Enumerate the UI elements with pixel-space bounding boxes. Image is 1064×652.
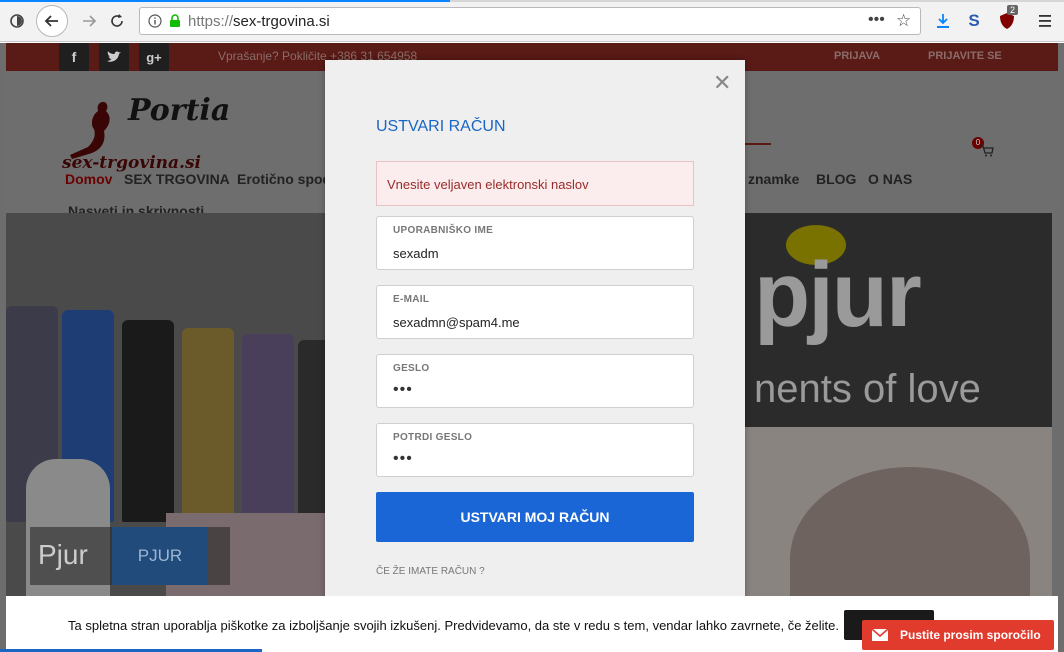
brand-slogan: nents of love [754, 367, 981, 411]
signup-link[interactable]: PRIJAVITE SE [928, 50, 1002, 62]
username-field[interactable]: UPORABNIŠKO IME sexadm [376, 216, 694, 270]
tab-strip [0, 0, 1064, 2]
lock-icon [170, 14, 180, 27]
register-modal: ✕ USTVARI RAČUN Vnesite veljaven elektro… [325, 60, 745, 610]
leave-message-button[interactable]: Pustite prosim sporočilo [862, 620, 1054, 650]
ublock-extension-button[interactable]: 2 [994, 5, 1020, 34]
product-bottle [122, 320, 174, 522]
banner-caption-title: Pjur [38, 539, 88, 570]
cart-icon [980, 145, 994, 157]
extension-badge: 2 [1007, 5, 1019, 15]
back-button[interactable] [36, 5, 68, 37]
banner-products-image [6, 213, 326, 652]
password-label: GESLO [393, 363, 430, 374]
menu-button[interactable] [1032, 8, 1058, 34]
close-icon[interactable]: ✕ [713, 70, 731, 96]
confirm-password-label: POTRDI GESLO [393, 432, 473, 443]
product-bottle [298, 340, 326, 522]
bookmark-star-icon[interactable]: ☆ [896, 11, 911, 31]
username-label: UPORABNIŠKO IME [393, 225, 494, 236]
email-value: sexadmn@spam4.me [393, 315, 520, 330]
password-value: ••• [393, 381, 413, 398]
nav-blog[interactable]: BLOG [816, 171, 856, 187]
email-label: E-MAIL [393, 294, 430, 305]
forward-button[interactable] [76, 8, 102, 34]
download-icon [937, 14, 949, 28]
site-logo[interactable]: Portia sex-trgovina.si [62, 93, 230, 173]
downloads-button[interactable] [930, 8, 956, 34]
nav-about[interactable]: O NAS [868, 171, 912, 187]
password-field[interactable]: GESLO ••• [376, 354, 694, 408]
nav-brands[interactable]: znamke [748, 171, 799, 187]
url-text: https://sex-trgovina.si [188, 13, 330, 30]
reload-icon [111, 14, 123, 27]
logo-subtitle: sex-trgovina.si [62, 153, 201, 173]
page-actions-icon[interactable]: ••• [868, 11, 885, 29]
confirm-password-value: ••• [393, 450, 413, 467]
product-bottle [242, 334, 294, 522]
address-bar[interactable]: https://sex-trgovina.si ••• ☆ [139, 7, 921, 35]
url-protocol: https:// [188, 12, 234, 30]
nav-underline [744, 143, 771, 145]
info-icon[interactable] [148, 14, 162, 28]
email-field[interactable]: E-MAIL sexadmn@spam4.me [376, 285, 694, 339]
error-message: Vnesite veljaven elektronski naslov [376, 161, 694, 206]
back-arrow-icon [44, 15, 58, 27]
leave-message-label: Pustite prosim sporočilo [900, 628, 1041, 642]
facebook-icon[interactable]: f [59, 43, 89, 72]
browser-toolbar: https://sex-trgovina.si ••• ☆ S 2 [0, 0, 1064, 42]
cookie-text: Ta spletna stran uporablja piškotke za i… [68, 618, 840, 633]
logo-title: Portia [128, 93, 231, 128]
username-value: sexadm [393, 246, 439, 261]
nav-home[interactable]: Domov [65, 171, 112, 187]
banner-caption-tag[interactable]: PJUR [112, 527, 208, 585]
reload-button[interactable] [104, 8, 130, 34]
modal-title: USTVARI RAČUN [376, 118, 506, 135]
product-bottle [182, 328, 234, 522]
nav-sex-shop[interactable]: SEX TRGOVINA [124, 171, 230, 187]
hamburger-icon [1039, 15, 1051, 27]
tracking-icon[interactable] [4, 8, 30, 34]
s-extension-icon[interactable]: S [961, 8, 987, 34]
envelope-icon [872, 629, 888, 641]
create-account-button[interactable]: USTVARI MOJ RAČUN [376, 492, 694, 542]
google-plus-icon[interactable]: g+ [139, 43, 169, 72]
url-domain: sex-trgovina.si [233, 12, 330, 30]
forward-arrow-icon [83, 15, 97, 27]
nav-lingerie[interactable]: Erotično spod [237, 171, 331, 187]
login-link[interactable]: PRIJAVA [834, 50, 880, 62]
active-tab-indicator [0, 0, 450, 2]
twitter-icon[interactable] [99, 43, 129, 72]
brand-logo-text: pjur [754, 244, 922, 346]
have-account-link[interactable]: ČE ŽE IMATE RAČUN ? [376, 566, 485, 577]
confirm-password-field[interactable]: POTRDI GESLO ••• [376, 423, 694, 477]
banner-pjur-brand: pjur nents of love [744, 213, 1052, 427]
